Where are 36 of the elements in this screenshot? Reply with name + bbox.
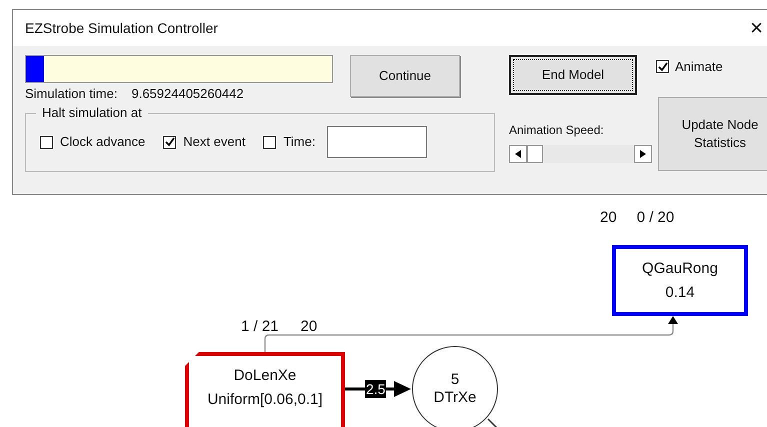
link-label: 2.5 [365, 380, 386, 398]
simulation-time-label: Simulation time: [25, 85, 118, 103]
animate-label: Animate [675, 58, 723, 76]
combi-node[interactable]: DoLenXe Uniform[0.06,0.1] [185, 352, 345, 427]
node-name: DTrXe [434, 389, 476, 407]
queue-node[interactable]: QGauRong 0.14 [612, 245, 748, 316]
update-statistics-button[interactable]: Update Node Statistics [658, 96, 767, 170]
animation-speed-label: Animation Speed: [509, 122, 605, 139]
scroll-left-icon[interactable] [509, 145, 527, 163]
node-name: QGauRong [642, 258, 718, 278]
node-name: DoLenXe [234, 366, 296, 386]
checkbox[interactable] [263, 136, 276, 148]
end-model-button[interactable]: End Model [509, 55, 637, 95]
node-value: Uniform[0.06,0.1] [207, 390, 323, 410]
scroll-thumb[interactable] [527, 145, 544, 163]
option-label: Next event [183, 133, 246, 152]
option-label: Time: [283, 133, 316, 152]
continue-button[interactable]: Continue [350, 55, 460, 97]
checkbox[interactable] [163, 136, 176, 148]
option-label: Clock advance [60, 133, 146, 152]
normal-node[interactable]: 5 DTrXe [412, 346, 498, 427]
time-field[interactable] [327, 126, 428, 158]
speed-scrollbar[interactable] [509, 145, 652, 163]
node-value: 5 [450, 371, 460, 389]
count-label: 20 [600, 208, 617, 228]
scroll-right-icon[interactable] [634, 145, 652, 163]
close-button[interactable]: × [750, 17, 763, 39]
checkbox[interactable] [656, 60, 669, 74]
count-label: 0 / 20 [636, 208, 674, 228]
group-title: Halt simulation at [36, 104, 148, 120]
window-title: EZStrobe Simulation Controller [25, 18, 218, 38]
simulation-time-value: 9.65924405260442 [131, 85, 244, 103]
checkbox[interactable] [40, 136, 53, 148]
count-label: 1 / 21 [241, 317, 279, 337]
node-value: 0.14 [665, 282, 695, 302]
count-label: 20 [300, 317, 318, 337]
